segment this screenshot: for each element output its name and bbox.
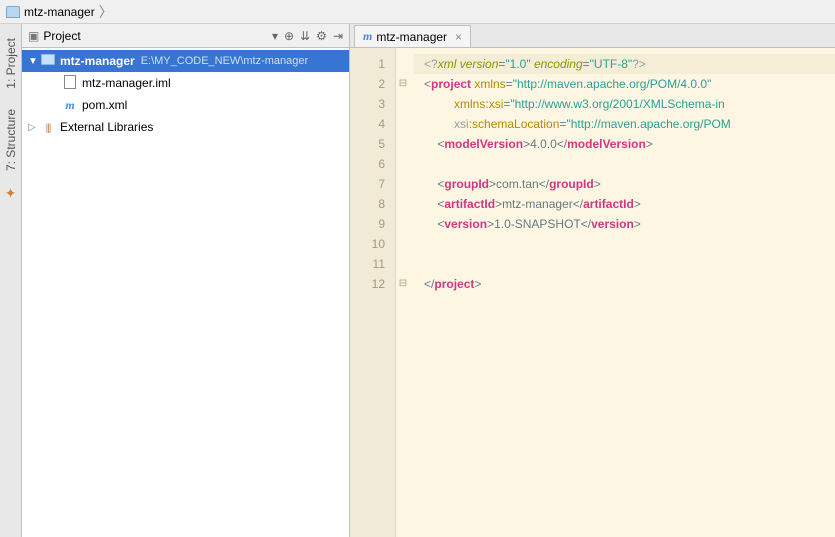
settings-gear-icon[interactable]: ⚙ <box>316 29 327 43</box>
code-line: </project> <box>414 274 835 294</box>
code-line <box>414 234 835 254</box>
project-panel-header: ▣ Project ▾ ⊕ ⇊ ⚙ ⇥ <box>22 24 349 48</box>
code-line: <artifactId>mtz-manager</artifactId> <box>414 194 835 214</box>
tool-window-tabs: 1: Project 7: Structure ✦ <box>0 24 22 537</box>
tree-root[interactable]: ▼ mtz-manager E:\MY_CODE_NEW\mtz-manager <box>22 50 349 72</box>
structure-tool-tab[interactable]: 7: Structure <box>2 103 20 177</box>
library-icon <box>46 120 51 134</box>
line-number: 11 <box>350 254 385 274</box>
close-tab-icon[interactable]: × <box>455 30 462 44</box>
line-number: 12 <box>350 274 385 294</box>
code-line: xsi:schemaLocation="http://maven.apache.… <box>414 114 835 134</box>
line-number: 8 <box>350 194 385 214</box>
code-line: <groupId>com.tan</groupId> <box>414 174 835 194</box>
editor-tab[interactable]: m mtz-manager × <box>354 25 471 47</box>
breadcrumb-separator-icon: 〉 <box>99 2 113 22</box>
expand-arrow-icon[interactable]: ▷ <box>28 122 40 133</box>
expand-arrow-icon[interactable]: ▼ <box>28 56 40 67</box>
fold-icon[interactable]: ⊟ <box>396 74 410 94</box>
project-tool-tab[interactable]: 1: Project <box>2 32 20 95</box>
line-number: 3 <box>350 94 385 114</box>
tab-label: 7: Structure <box>4 109 18 171</box>
hide-panel-icon[interactable]: ⇥ <box>333 29 343 43</box>
view-mode-dropdown[interactable]: ▾ <box>272 29 278 43</box>
tree-external-libraries[interactable]: ▷ External Libraries <box>22 116 349 138</box>
external-libraries-label: External Libraries <box>60 120 153 134</box>
panel-title[interactable]: Project <box>43 29 80 43</box>
line-number: 4 <box>350 114 385 134</box>
file-name: mtz-manager.iml <box>82 76 171 90</box>
file-name: pom.xml <box>82 98 127 112</box>
code-line: <project xmlns="http://maven.apache.org/… <box>414 74 835 94</box>
project-path: E:\MY_CODE_NEW\mtz-manager <box>141 55 308 67</box>
editor-tabs: m mtz-manager × <box>350 24 835 48</box>
fold-column: ⊟⊟ <box>396 48 410 537</box>
code-line: xmlns:xsi="http://www.w3.org/2001/XMLSch… <box>414 94 835 114</box>
line-number: 7 <box>350 174 385 194</box>
code-editor[interactable]: 1 2 3 4 5 6 7 8 9 10 11 12 ⊟⊟ <?xml vers… <box>350 48 835 537</box>
code-line: <version>1.0-SNAPSHOT</version> <box>414 214 835 234</box>
tab-label: 1: Project <box>4 38 18 89</box>
project-panel: ▣ Project ▾ ⊕ ⇊ ⚙ ⇥ ▼ mtz-manager E:\MY_… <box>22 24 350 537</box>
folder-icon <box>41 54 55 65</box>
line-gutter: 1 2 3 4 5 6 7 8 9 10 11 12 <box>350 48 396 537</box>
code-content[interactable]: <?xml version="1.0" encoding="UTF-8"?> <… <box>410 48 835 537</box>
project-view-icon: ▣ <box>28 29 39 43</box>
line-number: 10 <box>350 234 385 254</box>
project-name: mtz-manager <box>60 54 135 68</box>
line-number: 6 <box>350 154 385 174</box>
line-number: 5 <box>350 134 385 154</box>
main-area: 1: Project 7: Structure ✦ ▣ Project ▾ ⊕ … <box>0 24 835 537</box>
file-icon <box>64 75 76 89</box>
tree-item-iml[interactable]: mtz-manager.iml <box>22 72 349 94</box>
tab-label: mtz-manager <box>376 30 447 44</box>
collapse-all-icon[interactable]: ⇊ <box>300 29 310 43</box>
code-line <box>414 154 835 174</box>
project-tree: ▼ mtz-manager E:\MY_CODE_NEW\mtz-manager… <box>22 48 349 537</box>
line-number: 2 <box>350 74 385 94</box>
scroll-to-source-icon[interactable]: ⊕ <box>284 29 294 43</box>
line-number: 1 <box>350 54 385 74</box>
favorites-icon[interactable]: ✦ <box>5 185 17 202</box>
breadcrumb: mtz-manager 〉 <box>0 0 835 24</box>
breadcrumb-item[interactable]: mtz-manager <box>24 5 95 19</box>
line-number: 9 <box>350 214 385 234</box>
code-line: <?xml version="1.0" encoding="UTF-8"?> <box>414 54 835 74</box>
folder-icon <box>6 6 20 18</box>
code-line <box>414 254 835 274</box>
tree-item-pom[interactable]: m pom.xml <box>22 94 349 116</box>
fold-icon[interactable]: ⊟ <box>396 274 410 294</box>
code-line: <modelVersion>4.0.0</modelVersion> <box>414 134 835 154</box>
maven-icon: m <box>62 98 78 113</box>
maven-icon: m <box>363 29 372 44</box>
editor-area: m mtz-manager × 1 2 3 4 5 6 7 8 9 10 11 … <box>350 24 835 537</box>
